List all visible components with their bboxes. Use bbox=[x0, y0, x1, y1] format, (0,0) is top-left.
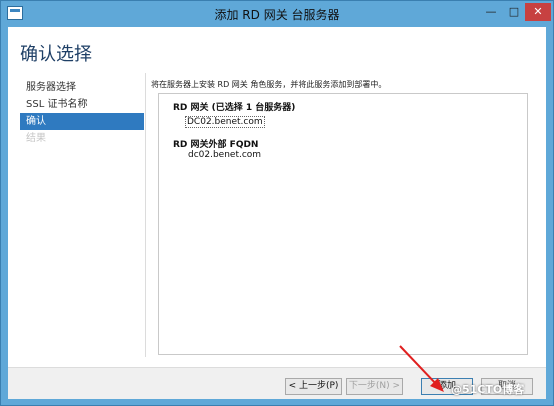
rd-gateway-heading: RD 网关 (已选择 1 台服务器) bbox=[173, 103, 296, 113]
previous-button[interactable]: < 上一步(P) bbox=[285, 378, 342, 395]
minimize-button[interactable]: — bbox=[479, 3, 503, 21]
nav-item-results: 结果 bbox=[26, 133, 46, 144]
nav-item-ssl-certificate[interactable]: SSL 证书名称 bbox=[20, 96, 144, 113]
external-fqdn-heading: RD 网关外部 FQDN bbox=[173, 140, 259, 150]
next-button: 下一步(N) > bbox=[346, 378, 403, 395]
dialog-window: 添加 RD 网关 台服务器 — □ ✕ 确认选择 服务器选择 SSL 证书名称 … bbox=[0, 0, 554, 406]
dialog-client-area: 确认选择 服务器选择 SSL 证书名称 确认 结果 将在服务器上安装 RD 网关… bbox=[8, 27, 546, 399]
rd-gateway-server-text: DC02.benet.com bbox=[185, 116, 265, 128]
confirmation-panel: RD 网关 (已选择 1 台服务器) DC02.benet.com RD 网关外… bbox=[158, 93, 528, 355]
nav-item-server-selection[interactable]: 服务器选择 bbox=[20, 79, 144, 96]
window-title: 添加 RD 网关 台服务器 bbox=[214, 8, 340, 22]
page-title: 确认选择 bbox=[20, 44, 92, 65]
watermark: @51CTO博客 bbox=[451, 383, 525, 396]
external-fqdn-value: dc02.benet.com bbox=[188, 150, 262, 160]
wizard-nav: 服务器选择 SSL 证书名称 确认 结果 bbox=[20, 79, 144, 147]
maximize-button[interactable]: □ bbox=[503, 3, 525, 21]
title-bar[interactable]: 添加 RD 网关 台服务器 — □ ✕ bbox=[1, 1, 553, 27]
rd-gateway-server-value[interactable]: DC02.benet.com bbox=[185, 116, 265, 128]
intro-text: 将在服务器上安装 RD 网关 角色服务，并将此服务添加到部署中。 bbox=[151, 80, 387, 89]
close-button[interactable]: ✕ bbox=[525, 3, 551, 21]
nav-divider bbox=[145, 73, 146, 357]
nav-item-confirmation[interactable]: 确认 bbox=[20, 113, 144, 130]
